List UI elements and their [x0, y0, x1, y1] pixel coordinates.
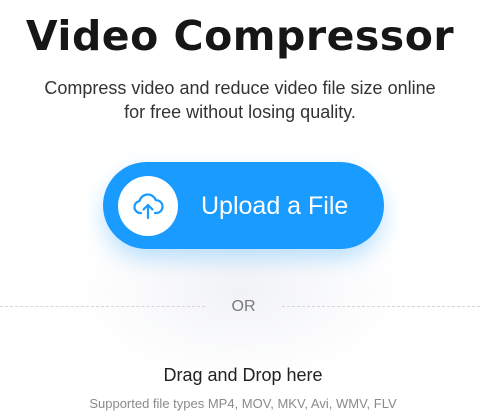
upload-icon-container	[118, 176, 178, 236]
drag-drop-label: Drag and Drop here	[163, 365, 323, 385]
or-separator: OR	[231, 298, 256, 315]
upload-file-button[interactable]: Upload a File	[103, 162, 384, 249]
page-subtitle: Compress video and reduce video file siz…	[44, 78, 436, 122]
page-title: Video Compressor	[25, 12, 455, 60]
upload-button-label: Upload a File	[201, 192, 349, 220]
cloud-upload-icon	[133, 193, 164, 220]
divider-left	[0, 306, 205, 307]
divider-right	[282, 306, 480, 307]
supported-file-types: Supported file types MP4, MOV, MKV, Avi,…	[89, 396, 397, 411]
